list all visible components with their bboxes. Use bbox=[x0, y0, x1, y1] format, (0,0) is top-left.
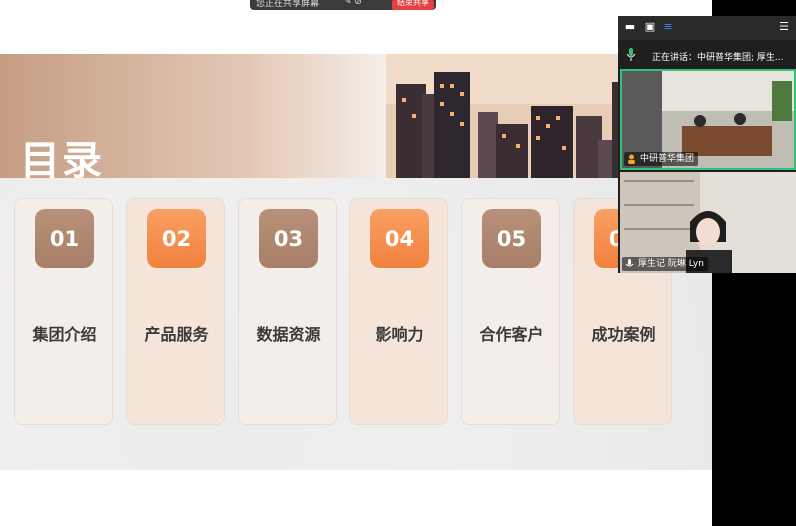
stop-share-button[interactable]: 结束共享 bbox=[392, 0, 434, 10]
toc-label: 集团介绍 bbox=[32, 325, 97, 344]
minimize-icon[interactable]: ▬ bbox=[624, 21, 636, 33]
toc-number: 04 bbox=[370, 209, 429, 268]
screen: 目录 01 集团介绍 02 产品服务 03 数据资源 04 影响力 05 合作客… bbox=[0, 0, 796, 526]
toc-card-01: 01 集团介绍 bbox=[14, 198, 113, 425]
toc-label: 影响力 bbox=[375, 325, 424, 344]
toc-card-02: 02 产品服务 bbox=[126, 198, 225, 425]
speaking-text: 正在讲话：中研普华集团; 厚生... bbox=[652, 53, 784, 63]
toc-number: 02 bbox=[147, 209, 206, 268]
participant-name: 中研普华集团 bbox=[640, 154, 695, 164]
mic-icon bbox=[625, 259, 634, 267]
video-panel: ▬ ▣ ≡ ☰ 正在讲话：中研普华集团; 厚生... 中研普华集团 厚生记 阮琳… bbox=[618, 16, 796, 273]
toc-card-05: 05 合作客户 bbox=[461, 198, 560, 425]
window-icon[interactable]: ▣ bbox=[644, 21, 656, 33]
participant-name-tag: 厚生记 阮琳 Lyn bbox=[622, 257, 708, 271]
toc-number: 01 bbox=[35, 209, 94, 268]
shared-slide: 目录 01 集团介绍 02 产品服务 03 数据资源 04 影响力 05 合作客… bbox=[0, 0, 712, 526]
toc-card-04: 04 影响力 bbox=[349, 198, 448, 425]
participant-name-tag: 中研普华集团 bbox=[624, 152, 699, 166]
share-status-text: 您正在共享屏幕 bbox=[256, 0, 320, 9]
video-panel-toolbar: ▬ ▣ ≡ ☰ bbox=[618, 16, 796, 40]
toc-number: 03 bbox=[259, 209, 318, 268]
participant-name: 厚生记 阮琳 Lyn bbox=[638, 259, 704, 269]
screen-share-bar: 您正在共享屏幕 ✎ ⊘ 结束共享 bbox=[250, 0, 436, 10]
participant-tile[interactable]: 厚生记 阮琳 Lyn bbox=[620, 172, 796, 273]
user-icon bbox=[628, 154, 635, 164]
toc-label: 数据资源 bbox=[256, 325, 321, 344]
toc-number: 05 bbox=[482, 209, 541, 268]
toc-card-03: 03 数据资源 bbox=[238, 198, 337, 425]
mic-active-icon bbox=[626, 48, 636, 61]
participant-tile[interactable]: 中研普华集团 bbox=[620, 69, 796, 170]
toc-label: 合作客户 bbox=[479, 325, 544, 344]
share-controls-icons[interactable]: ✎ ⊘ bbox=[344, 0, 362, 7]
list-view-icon[interactable]: ≡ bbox=[662, 21, 674, 33]
toc-label: 产品服务 bbox=[144, 325, 209, 344]
toc-label: 成功案例 bbox=[591, 325, 656, 344]
menu-icon[interactable]: ☰ bbox=[778, 21, 790, 33]
